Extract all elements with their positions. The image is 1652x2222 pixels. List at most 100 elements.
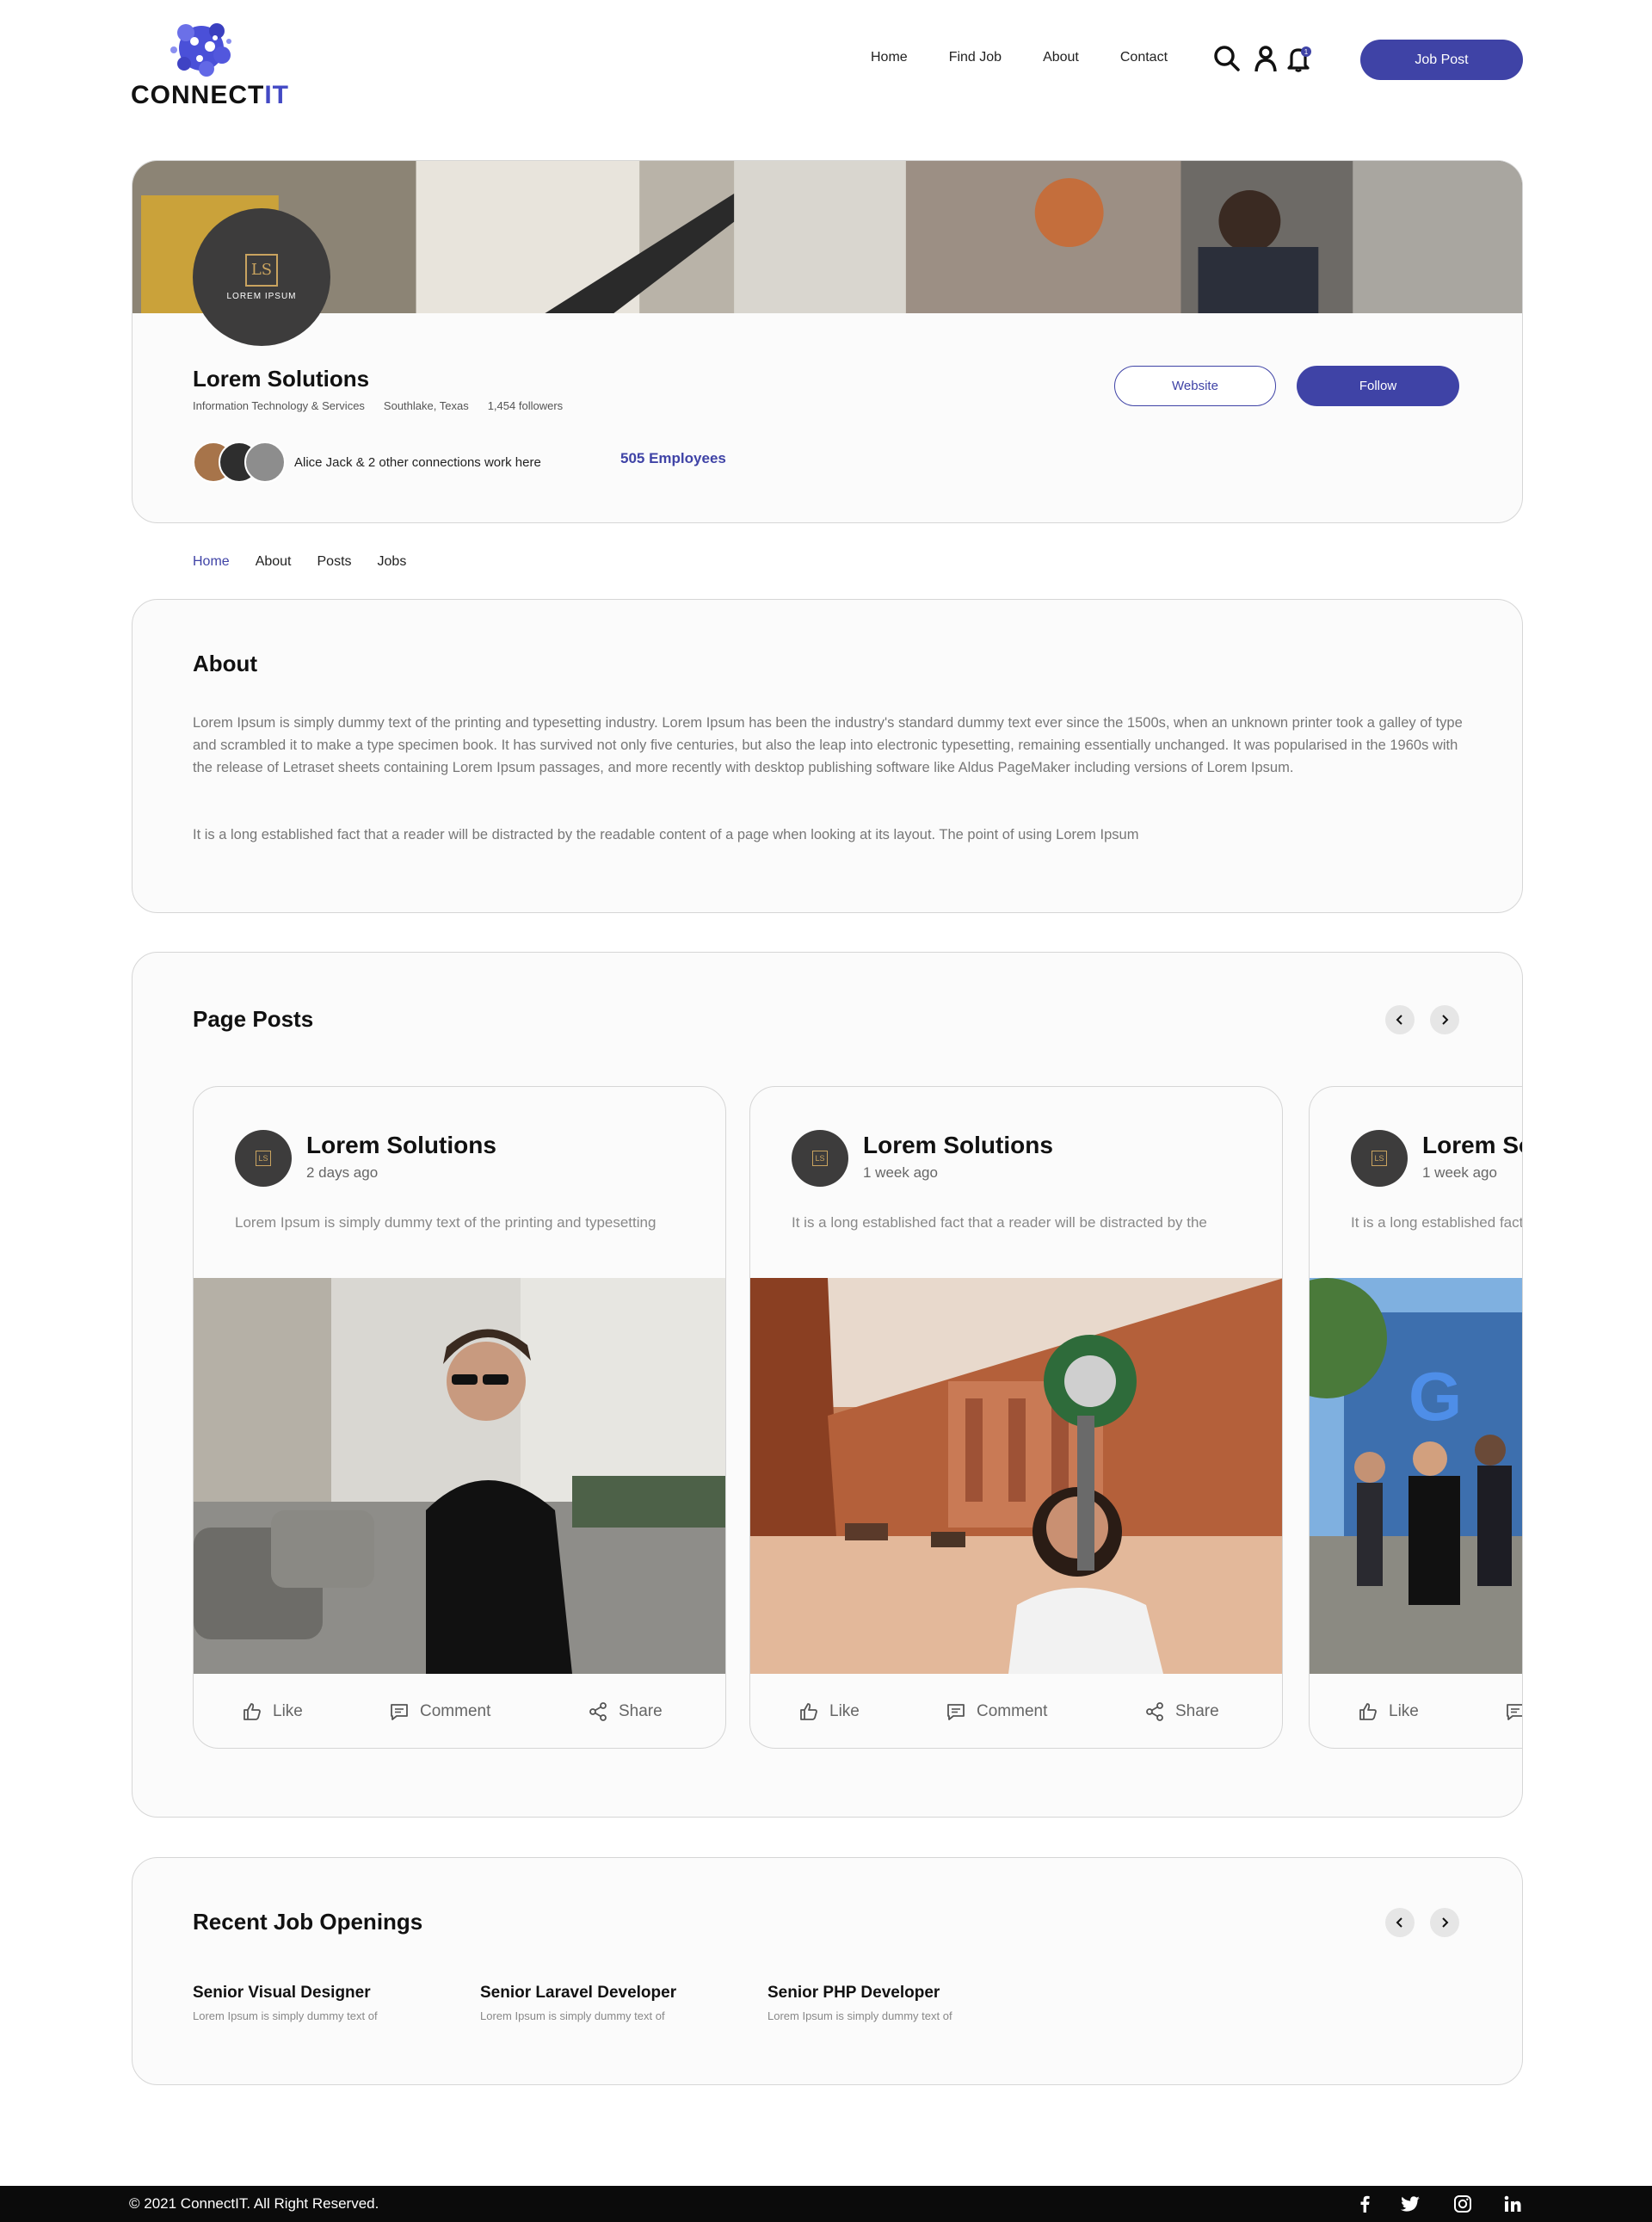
share-button[interactable]: Share — [1144, 1701, 1219, 1722]
connections-row[interactable]: Alice Jack & 2 other connections work he… — [193, 441, 541, 483]
nav-contact[interactable]: Contact — [1120, 50, 1168, 65]
user-icon[interactable] — [1252, 45, 1279, 72]
connection-avatars — [193, 441, 286, 483]
post-text: It is a long established fact that a rea… — [792, 1214, 1207, 1231]
twitter-icon[interactable] — [1400, 2194, 1421, 2214]
comment-label: Comment — [420, 1702, 491, 1720]
post-card[interactable]: LS Lorem Solutions 2 days ago Lorem Ipsu… — [193, 1086, 726, 1749]
comment-button[interactable]: Comment — [389, 1701, 490, 1722]
share-icon — [1146, 1702, 1163, 1721]
job-item[interactable]: Senior PHP Developer Lorem Ipsum is simp… — [767, 1984, 1026, 2022]
company-meta: Information Technology & Services Southl… — [193, 399, 563, 412]
post-card[interactable]: LS Lorem Solutions 1 week ago It is a lo… — [749, 1086, 1283, 1749]
post-author[interactable]: Lorem Solutions — [306, 1132, 496, 1159]
company-followers: 1,454 followers — [487, 399, 564, 412]
tab-posts[interactable]: Posts — [317, 554, 352, 570]
posts-next-button[interactable] — [1430, 1005, 1459, 1034]
post-author[interactable]: Lorem Solutions — [863, 1132, 1053, 1159]
like-label: Like — [1389, 1702, 1419, 1720]
chevron-left-icon — [1396, 1917, 1402, 1928]
employee-count[interactable]: 505 Employees — [620, 450, 726, 467]
nav-home[interactable]: Home — [871, 50, 908, 65]
nav-find-job[interactable]: Find Job — [949, 50, 1002, 65]
like-label: Like — [273, 1702, 303, 1720]
like-button[interactable]: Like — [798, 1701, 860, 1722]
comment-icon — [1507, 1704, 1522, 1720]
post-actions: Like Comment Share — [194, 1674, 725, 1748]
post-text: Lorem Ipsum is simply dummy text of the … — [235, 1214, 656, 1231]
job-title: Senior Visual Designer — [193, 1984, 371, 2002]
connectit-logo[interactable]: CONNECTIT — [131, 15, 288, 110]
like-label: Like — [829, 1702, 860, 1720]
share-icon — [589, 1702, 607, 1721]
job-desc: Lorem Ipsum is simply dummy text of — [193, 2009, 378, 2022]
about-title: About — [193, 651, 258, 676]
thumbs-up-icon — [1359, 1703, 1377, 1720]
company-monogram: LS — [1372, 1151, 1387, 1166]
job-title: Senior PHP Developer — [767, 1984, 940, 2002]
thumbs-up-icon — [800, 1703, 817, 1720]
post-text: It is a long established fact that a rea… — [1351, 1214, 1523, 1231]
post-actions: Like Comment Share — [750, 1674, 1282, 1748]
bell-icon[interactable]: 1 — [1285, 45, 1312, 72]
share-label: Share — [1175, 1702, 1219, 1720]
page-posts-section: Page Posts LS Lorem Solutions 2 days ago… — [132, 952, 1523, 1818]
thumbs-up-icon — [243, 1703, 261, 1720]
avatar — [244, 441, 286, 483]
post-image[interactable] — [194, 1278, 726, 1674]
share-button[interactable]: Share — [588, 1701, 663, 1722]
logo-blob-icon — [170, 23, 231, 77]
like-button[interactable]: Like — [242, 1701, 303, 1722]
post-author-avatar: LS — [1351, 1130, 1408, 1187]
jobs-prev-button[interactable] — [1385, 1908, 1415, 1937]
post-author[interactable]: Lorem Solutions — [1422, 1132, 1522, 1159]
post-author-avatar: LS — [792, 1130, 848, 1187]
profile-tabs: Home About Posts Jobs — [193, 554, 432, 570]
follow-button[interactable]: Follow — [1297, 366, 1459, 406]
connections-text: Alice Jack & 2 other connections work he… — [294, 454, 541, 470]
job-desc: Lorem Ipsum is simply dummy text of — [480, 2009, 665, 2022]
nav-about[interactable]: About — [1043, 50, 1079, 65]
tab-about[interactable]: About — [256, 554, 292, 570]
linkedin-icon[interactable] — [1502, 2194, 1523, 2214]
post-image[interactable] — [750, 1278, 1283, 1674]
job-desc: Lorem Ipsum is simply dummy text of — [767, 2009, 952, 2022]
company-monogram: LS — [245, 253, 278, 287]
job-item[interactable]: Senior Laravel Developer Lorem Ipsum is … — [480, 1984, 738, 2022]
facebook-icon[interactable] — [1354, 2194, 1375, 2214]
copyright-text: © 2021 ConnectIT. All Right Reserved. — [129, 2195, 379, 2212]
post-time: 2 days ago — [306, 1164, 379, 1181]
chevron-left-icon — [1396, 1015, 1402, 1025]
tab-jobs[interactable]: Jobs — [378, 554, 407, 570]
site-header: CONNECTIT Home Find Job About Contact 1 … — [0, 0, 1652, 120]
main-nav: Home Find Job About Contact — [871, 50, 1209, 65]
company-location: Southlake, Texas — [383, 399, 469, 412]
search-icon[interactable] — [1213, 45, 1241, 72]
post-time: 1 week ago — [863, 1164, 938, 1181]
website-button[interactable]: Website — [1114, 366, 1276, 406]
logo-wordmark: CONNECTIT — [131, 81, 290, 109]
chevron-right-icon — [1442, 1015, 1449, 1025]
notification-count: 1 — [1304, 48, 1309, 56]
comment-label: Comment — [977, 1702, 1048, 1720]
tab-home[interactable]: Home — [193, 554, 230, 570]
company-monogram: LS — [812, 1151, 828, 1166]
job-item[interactable]: Senior Visual Designer Lorem Ipsum is si… — [193, 1984, 451, 2022]
comment-button[interactable]: Comment — [1505, 1701, 1522, 1722]
share-label: Share — [619, 1702, 663, 1720]
recent-jobs-section: Recent Job Openings Senior Visual Design… — [132, 1857, 1523, 2085]
comment-button[interactable]: Comment — [946, 1701, 1047, 1722]
jobs-next-button[interactable] — [1430, 1908, 1459, 1937]
post-card[interactable]: LS Lorem Solutions 1 week ago It is a lo… — [1309, 1086, 1523, 1749]
like-button[interactable]: Like — [1358, 1701, 1419, 1722]
company-profile-card: LS LOREM IPSUM Lorem Solutions Informati… — [132, 160, 1523, 523]
company-avatar-caption: LOREM IPSUM — [226, 291, 297, 301]
post-image[interactable]: G — [1310, 1278, 1523, 1674]
site-footer: © 2021 ConnectIT. All Right Reserved. — [0, 2186, 1652, 2222]
posts-prev-button[interactable] — [1385, 1005, 1415, 1034]
comment-icon — [947, 1704, 965, 1720]
instagram-icon[interactable] — [1452, 2194, 1473, 2214]
jobs-title: Recent Job Openings — [193, 1909, 423, 1935]
job-post-button[interactable]: Job Post — [1360, 40, 1523, 80]
post-time: 1 week ago — [1422, 1164, 1497, 1181]
